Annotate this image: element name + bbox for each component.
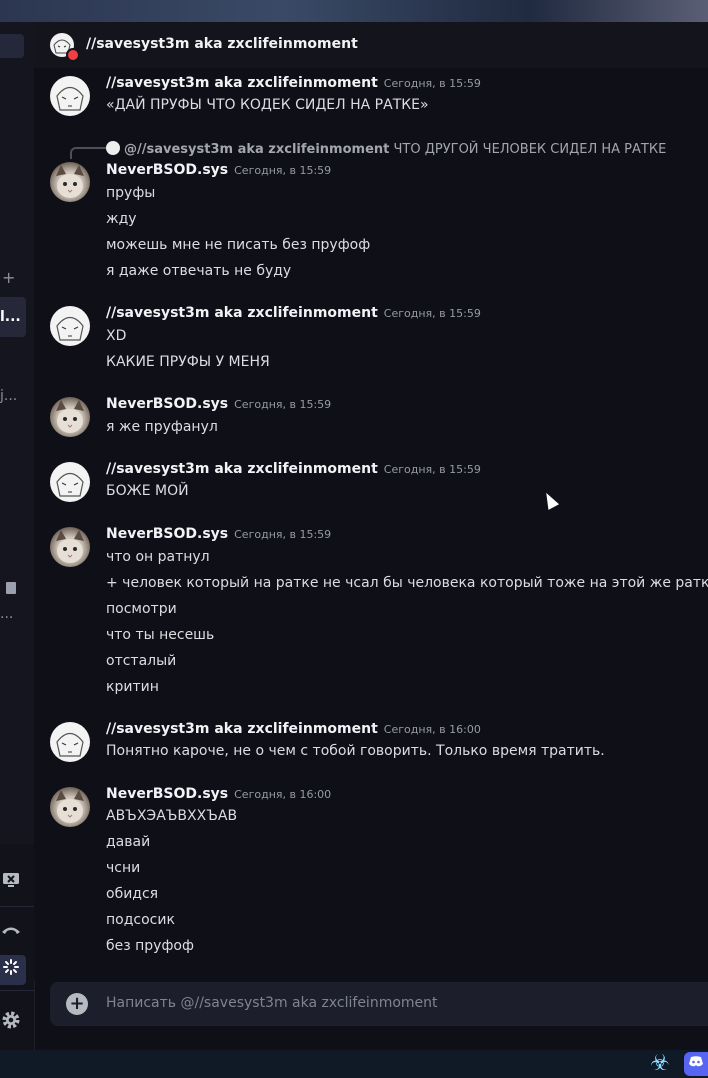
avatar[interactable] [50,787,90,827]
channel-sidebar: + l... j... ... [0,22,35,1050]
status-dnd-icon [66,48,80,62]
dm-item-label: j... [0,388,18,404]
message-text: я даже отвечать не буду [106,263,292,279]
message-timestamp: Сегодня, в 16:00 [234,788,332,801]
dm-item[interactable]: j... [0,388,17,404]
message-author[interactable]: NeverBSOD.sys [106,526,228,542]
plus-icon[interactable]: + [66,993,88,1015]
biohazard-icon[interactable]: ☣ [650,1051,670,1077]
reply-preview[interactable]: @//savesyst3m aka zxclifeinmoment ЧТО ДР… [106,141,666,157]
message-text: без пруфоф [106,938,194,954]
message-text: КАКИЕ ПРУФЫ У МЕНЯ [106,354,270,370]
message-text: что ты несешь [106,627,215,643]
message-author[interactable]: //savesyst3m aka zxclifeinmoment [106,305,378,321]
message-text: чсни [106,860,141,876]
message-list[interactable]: //savesyst3m aka zxclifeinmoment Сегодня,… [34,68,708,980]
message-author[interactable]: //savesyst3m aka zxclifeinmoment [106,461,378,477]
message-text: пруфы [106,185,156,201]
message-timestamp: Сегодня, в 15:59 [234,398,332,411]
message-timestamp: Сегодня, в 15:59 [383,307,481,320]
message-text: я же пруфанул [106,419,218,435]
message-text: подсосик [106,912,175,928]
message-author[interactable]: NeverBSOD.sys [106,786,228,802]
message-text: отсталый [106,653,177,669]
message-author[interactable]: //savesyst3m aka zxclifeinmoment [106,75,378,91]
message-text: XD [106,328,127,344]
message-author[interactable]: NeverBSOD.sys [106,396,228,412]
message-timestamp: Сегодня, в 16:00 [383,723,481,736]
reply-text: ЧТО ДРУГОЙ ЧЕЛОВЕК СИДЕЛ НА РАТКЕ [393,142,667,157]
message-text: можешь мне не писать без пруфоф [106,237,371,253]
avatar[interactable] [50,397,90,437]
divider [0,990,34,991]
activity-icon[interactable] [0,959,22,981]
avatar[interactable] [50,527,90,567]
message-text: жду [106,211,137,227]
phone-hangup-icon[interactable] [0,920,22,942]
message-text: АВЪХЭАЪВХХЪАВ [106,808,238,824]
more-dots[interactable]: ... [0,606,13,622]
screen-share-off-icon[interactable] [0,872,22,894]
document-icon [6,582,16,594]
avatar[interactable] [50,162,90,202]
message-author[interactable]: NeverBSOD.sys [106,162,228,178]
avatar[interactable] [50,462,90,502]
message-text: посмотри [106,601,177,617]
message-author[interactable]: //savesyst3m aka zxclifeinmoment [106,721,378,737]
reply-mention: @//savesyst3m aka zxclifeinmoment [124,142,390,157]
message-text: «ДАЙ ПРУФЫ ЧТО КОДЕК СИДЕЛ НА РАТКЕ» [106,97,429,113]
message-text: что он ратнул [106,549,210,565]
add-dm-icon[interactable]: + [2,270,15,286]
message-text: Понятно кароче, не о чем с тобой говорит… [106,743,605,759]
dm-item-label: l... [0,309,21,325]
message-text: обидся [106,886,159,902]
message-text: + человек который на ратке не чсал бы че… [106,575,708,591]
discord-icon[interactable] [684,1052,708,1076]
chat-header: //savesyst3m aka zxclifeinmoment [34,22,708,69]
dm-item-active[interactable]: l... [0,297,26,337]
search-box-stub[interactable] [0,34,24,58]
message-timestamp: Сегодня, в 15:59 [234,164,332,177]
message-text: критин [106,679,159,695]
message-timestamp: Сегодня, в 15:59 [383,77,481,90]
window-top-edge [0,0,708,22]
message-composer[interactable]: + Написать @//savesyst3m aka zxclifeinmo… [50,982,708,1026]
message-input[interactable]: Написать @//savesyst3m aka zxclifeinmome… [106,995,438,1011]
avatar[interactable] [50,306,90,346]
reply-connector [70,147,106,159]
avatar[interactable] [50,722,90,762]
message-timestamp: Сегодня, в 15:59 [383,463,481,476]
reply-avatar [106,141,120,155]
message-text: БОЖЕ МОЙ [106,483,189,499]
divider [0,906,34,907]
message-timestamp: Сегодня, в 15:59 [234,528,332,541]
gear-icon[interactable] [0,1010,22,1032]
taskbar: ☣ [0,1050,708,1078]
message-text: давай [106,834,151,850]
page-title: //savesyst3m aka zxclifeinmoment [86,36,358,52]
avatar[interactable] [50,76,90,116]
